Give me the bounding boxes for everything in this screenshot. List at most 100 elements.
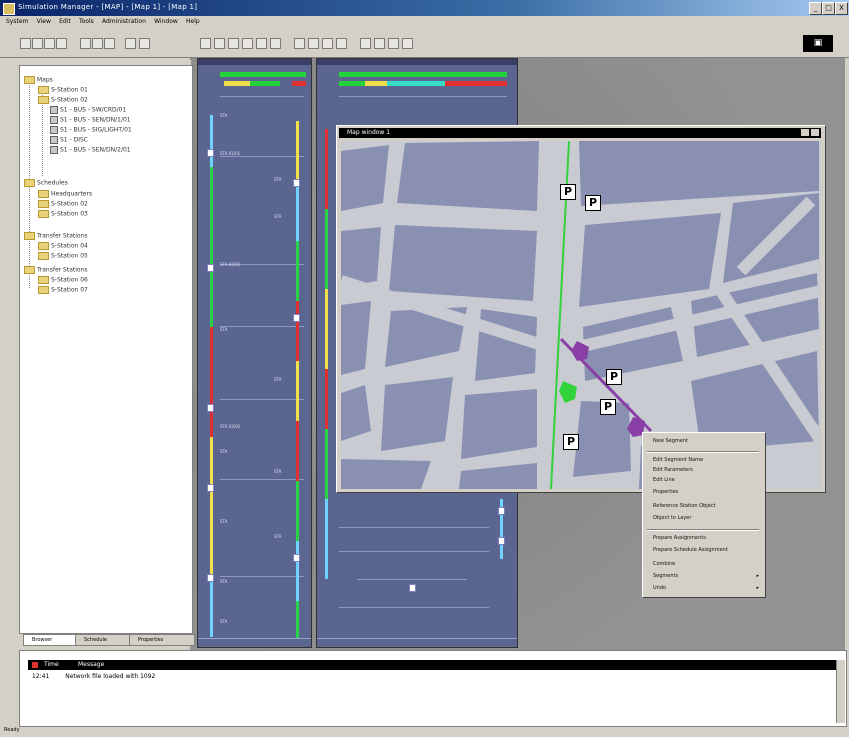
pointer-icon[interactable] — [200, 38, 211, 49]
tree-node[interactable]: Schedules — [24, 179, 68, 187]
tree-node[interactable]: S-Station 01 — [38, 86, 88, 94]
menu-item-new-segment[interactable]: New Segment — [653, 438, 688, 444]
tree-node[interactable]: Transfer Stations — [24, 232, 88, 240]
message-pane: Time Message 12:41 Network file loaded w… — [19, 650, 847, 727]
tree-node[interactable]: S-Station 04 — [38, 242, 88, 250]
station-label: STA — [274, 469, 282, 474]
menu-edit[interactable]: Edit — [59, 18, 71, 25]
menu-item-edit-parameters[interactable]: Edit Parameters — [653, 467, 693, 473]
draw-segment-icon[interactable] — [322, 38, 333, 49]
pan-icon[interactable] — [242, 38, 253, 49]
tree-node[interactable]: S1 - BUS - SEN/DN/1/01 — [50, 116, 131, 124]
menu-tools[interactable]: Tools — [79, 18, 94, 25]
tab-properties[interactable]: Properties — [129, 634, 195, 646]
anchor-icon[interactable] — [388, 38, 399, 49]
map-maximize-button[interactable] — [801, 129, 809, 136]
settings-icon[interactable] — [139, 38, 150, 49]
tree-node[interactable]: S-Station 02 — [38, 200, 88, 208]
message-text: Network file loaded with 1092 — [65, 673, 156, 680]
close-button[interactable]: X — [835, 2, 848, 15]
paste-icon[interactable] — [104, 38, 115, 49]
signal-icon[interactable] — [498, 507, 505, 515]
help-icon[interactable] — [402, 38, 413, 49]
minimize-button[interactable]: _ — [809, 2, 822, 15]
open-icon[interactable] — [32, 38, 43, 49]
train-graph-left[interactable]: STA STA 01/01 STA STA STA 02/01 STA STA … — [197, 58, 312, 648]
menu-item-combine[interactable]: Combine — [653, 561, 675, 567]
zoom-out-icon[interactable] — [228, 38, 239, 49]
menu-item-edit-line[interactable]: Edit Line — [653, 477, 675, 483]
tree-node[interactable]: Headquarters — [38, 190, 92, 198]
rotate-icon[interactable] — [374, 38, 385, 49]
draw-node-icon[interactable] — [308, 38, 319, 49]
menu-window[interactable]: Window — [154, 18, 178, 25]
draw-line-icon[interactable] — [294, 38, 305, 49]
tree-tabs: Browser Schedule Properties — [19, 632, 195, 646]
station-label: STA — [220, 619, 228, 624]
tree-node[interactable]: S-Station 03 — [38, 210, 88, 218]
arrow-right-icon[interactable] — [270, 38, 281, 49]
signal-icon[interactable] — [409, 584, 416, 592]
parking-marker[interactable]: P — [600, 399, 616, 415]
signal-icon[interactable] — [207, 149, 214, 157]
signal-icon[interactable] — [207, 264, 214, 272]
error-icon — [32, 662, 38, 668]
menu-item-edit-segment-name[interactable]: Edit Segment Name — [653, 457, 703, 463]
cut-icon[interactable] — [80, 38, 91, 49]
monitor-icon[interactable]: ▣ — [803, 35, 833, 52]
tree-root[interactable]: Maps — [24, 76, 53, 84]
measure-icon[interactable] — [360, 38, 371, 49]
menu-administration[interactable]: Administration — [102, 18, 146, 25]
message-scrollbar[interactable] — [836, 660, 845, 723]
new-icon[interactable] — [20, 38, 31, 49]
parking-marker[interactable]: P — [585, 195, 601, 211]
tree-panel: Maps S-Station 01 S-Station 02 S1 - BUS … — [19, 65, 193, 634]
graph-footer — [198, 638, 311, 647]
app-icon — [3, 3, 15, 15]
arrow-left-icon[interactable] — [256, 38, 267, 49]
tab-schedule[interactable]: Schedule — [75, 634, 135, 646]
tree-node[interactable]: S-Station 05 — [38, 252, 88, 260]
signal-icon[interactable] — [293, 179, 300, 187]
menu-item-undo[interactable]: Undo — [653, 585, 666, 591]
menu-system[interactable]: System — [6, 18, 28, 25]
signal-icon[interactable] — [207, 484, 214, 492]
delete-icon[interactable] — [336, 38, 347, 49]
tree-node[interactable]: S1 - DISC — [50, 136, 88, 144]
menu-item-prepare-schedule[interactable]: Prepare Schedule Assignment — [653, 547, 728, 553]
tree-node[interactable]: S-Station 07 — [38, 286, 88, 294]
parking-marker[interactable]: P — [560, 184, 576, 200]
signal-icon[interactable] — [207, 574, 214, 582]
menu-help[interactable]: Help — [186, 18, 200, 25]
signal-icon[interactable] — [498, 537, 505, 545]
signal-icon[interactable] — [293, 554, 300, 562]
save-icon[interactable] — [44, 38, 55, 49]
menu-item-properties[interactable]: Properties — [653, 489, 678, 495]
tree-node[interactable]: S-Station 06 — [38, 276, 88, 284]
menu-view[interactable]: View — [37, 18, 51, 25]
menu-item-prepare-assignments[interactable]: Prepare Assignments — [653, 535, 706, 541]
tree-node[interactable]: S1 - BUS - SIG/LIGHT/01 — [50, 126, 132, 134]
maximize-button[interactable]: □ — [822, 2, 835, 15]
tree-node[interactable]: S1 - BUS - SEN/DN/2/01 — [50, 146, 131, 154]
print-icon[interactable] — [56, 38, 67, 49]
map-close-button[interactable] — [811, 129, 819, 136]
copy-icon[interactable] — [92, 38, 103, 49]
station-label: STA — [274, 534, 282, 539]
parking-marker[interactable]: P — [563, 434, 579, 450]
menu-item-reference-station[interactable]: Reference Station Object — [653, 503, 715, 509]
menu-item-object-to-layer[interactable]: Object to Layer — [653, 515, 691, 521]
zoom-in-icon[interactable] — [214, 38, 225, 49]
parking-marker[interactable]: P — [606, 369, 622, 385]
grid-icon[interactable] — [125, 38, 136, 49]
signal-icon[interactable] — [293, 314, 300, 322]
context-menu: New Segment Edit Segment Name Edit Param… — [642, 432, 766, 598]
tab-browser[interactable]: Browser — [23, 634, 81, 646]
tree-node[interactable]: S-Station 02 — [38, 96, 88, 104]
message-row[interactable]: 12:41 Network file loaded with 1092 — [32, 673, 155, 680]
tree-node[interactable]: S1 - BUS - SW/CRD/01 — [50, 106, 126, 114]
header-message: Message — [78, 661, 105, 668]
menu-item-segments[interactable]: Segments — [653, 573, 678, 579]
tree-node[interactable]: Transfer Stations — [24, 266, 88, 274]
signal-icon[interactable] — [207, 404, 214, 412]
